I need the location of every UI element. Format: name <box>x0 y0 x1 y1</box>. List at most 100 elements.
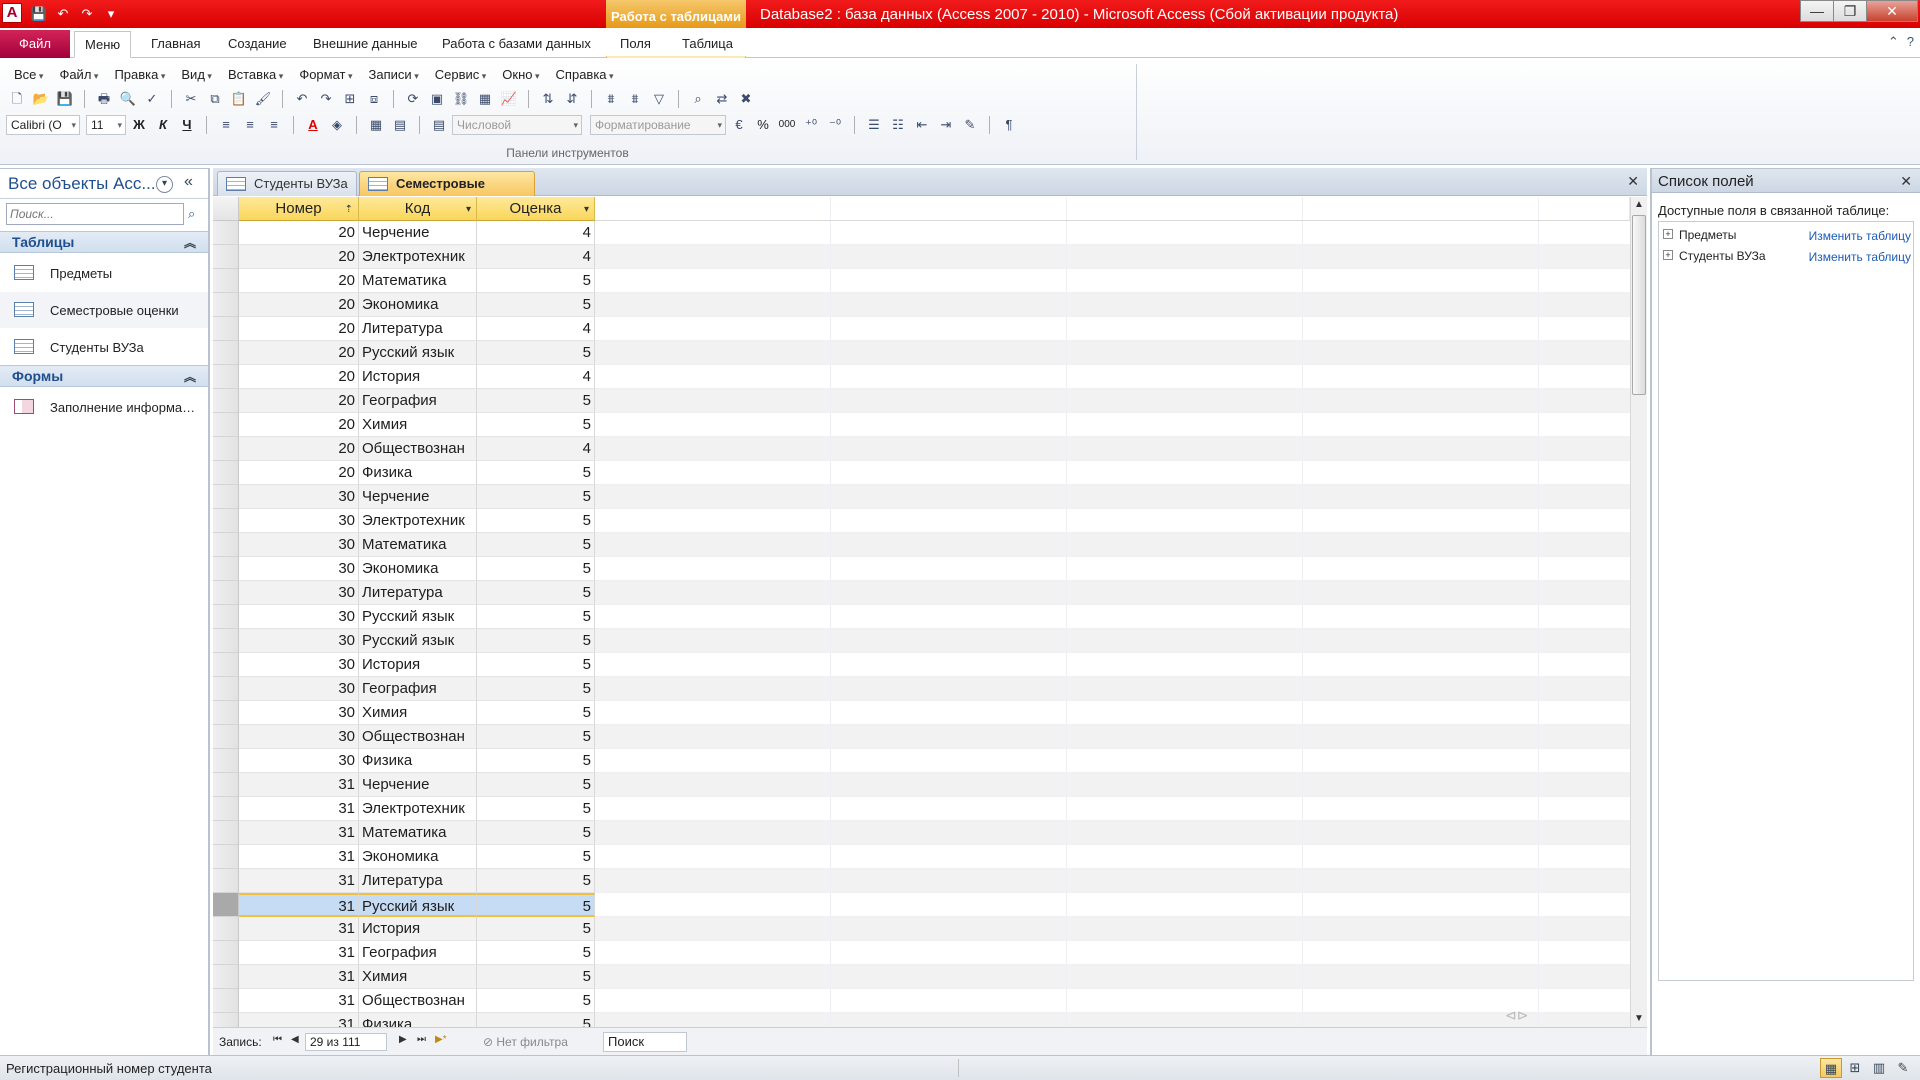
cell-grade[interactable]: 5 <box>477 341 595 365</box>
table-row[interactable]: 30 Черчение 5 <box>213 485 1630 509</box>
datasheet-view-icon[interactable]: ▦ <box>1820 1058 1842 1078</box>
copy-icon[interactable]: ⧉ <box>204 88 226 110</box>
cell-code[interactable]: География <box>359 941 477 965</box>
italic-button[interactable]: К <box>152 114 174 136</box>
gridlines-icon[interactable]: ▦ <box>365 114 387 136</box>
table-row[interactable]: 31 Литература 5 <box>213 869 1630 893</box>
fill-color-icon[interactable]: ◈ <box>326 114 348 136</box>
percent-button[interactable]: % <box>752 114 774 136</box>
relationships-icon[interactable]: ⧈ <box>363 88 385 110</box>
cell-code[interactable]: География <box>359 677 477 701</box>
cell-code[interactable]: Химия <box>359 701 477 725</box>
cell-number[interactable]: 31 <box>239 773 359 797</box>
cell-code[interactable]: История <box>359 653 477 677</box>
nav-search-input[interactable] <box>6 203 184 225</box>
underline-button[interactable]: Ч <box>176 114 198 136</box>
row-selector[interactable] <box>213 965 239 989</box>
thousands-button[interactable]: 000 <box>776 114 798 136</box>
decrease-indent-icon[interactable]: ⇤ <box>911 114 933 136</box>
tab-menu[interactable]: Меню <box>74 31 132 58</box>
cell-code[interactable]: История <box>359 365 477 389</box>
cell-grade[interactable]: 4 <box>477 317 595 341</box>
cell-number[interactable]: 30 <box>239 725 359 749</box>
row-selector[interactable] <box>213 917 239 941</box>
table-row[interactable]: 31 Математика 5 <box>213 821 1630 845</box>
cell-number[interactable]: 30 <box>239 677 359 701</box>
cell-grade[interactable]: 5 <box>477 821 595 845</box>
bold-button[interactable]: Ж <box>128 114 150 136</box>
highlight-icon[interactable]: ✎ <box>959 114 981 136</box>
conditional-format-dropdown[interactable]: Форматирование <box>590 115 726 135</box>
cell-code[interactable]: Обществознан <box>359 437 477 461</box>
cell-number[interactable]: 30 <box>239 605 359 629</box>
row-selector[interactable] <box>213 389 239 413</box>
paste-icon[interactable]: 📋 <box>228 88 250 110</box>
table-row[interactable]: 20 Русский язык 5 <box>213 341 1630 365</box>
cell-grade[interactable]: 5 <box>477 581 595 605</box>
design-view-icon[interactable]: ✎ <box>1892 1058 1914 1078</box>
cell-code[interactable]: Экономика <box>359 845 477 869</box>
table-row[interactable]: 30 Электротехник 5 <box>213 509 1630 533</box>
format-painter-icon[interactable]: 🖌 <box>252 88 274 110</box>
tab-home[interactable]: Главная <box>141 31 210 58</box>
table-row[interactable]: 30 Математика 5 <box>213 533 1630 557</box>
column-header-code[interactable]: Код ▾ <box>359 197 477 221</box>
decrease-decimals-icon[interactable]: ⁻⁰ <box>824 114 846 136</box>
row-selector[interactable] <box>213 845 239 869</box>
font-size-dropdown[interactable]: 11 <box>86 115 126 135</box>
table-row[interactable]: 31 Обществознан 5 <box>213 989 1630 1013</box>
cell-grade[interactable]: 4 <box>477 221 595 245</box>
doc-tab-university-students[interactable]: Студенты ВУЗа <box>217 171 357 196</box>
filter-status[interactable]: ⊘ Нет фильтра <box>483 1035 568 1049</box>
table-row[interactable]: 20 Химия 5 <box>213 413 1630 437</box>
column-header-grade[interactable]: Оценка ▾ <box>477 197 595 221</box>
cell-number[interactable]: 30 <box>239 581 359 605</box>
cell-number[interactable]: 31 <box>239 869 359 893</box>
row-selector[interactable] <box>213 797 239 821</box>
cell-number[interactable]: 31 <box>239 917 359 941</box>
menu-insert[interactable]: Вставка <box>220 66 291 84</box>
cell-grade[interactable]: 5 <box>477 701 595 725</box>
redo-icon[interactable]: ↷ <box>76 4 98 24</box>
numbering-icon[interactable]: ☷ <box>887 114 909 136</box>
cell-code[interactable]: Электротехник <box>359 509 477 533</box>
advanced-filter-icon[interactable]: ⩩ <box>624 88 646 110</box>
cell-code[interactable]: Физика <box>359 461 477 485</box>
cell-number[interactable]: 30 <box>239 749 359 773</box>
cell-number[interactable]: 30 <box>239 701 359 725</box>
cell-grade[interactable]: 4 <box>477 365 595 389</box>
cell-grade[interactable]: 5 <box>477 269 595 293</box>
cell-number[interactable]: 30 <box>239 509 359 533</box>
table-row[interactable]: 30 Литература 5 <box>213 581 1630 605</box>
table-row[interactable]: 31 Физика 5 <box>213 1013 1630 1027</box>
toggle-filter-icon[interactable]: ▽ <box>648 88 670 110</box>
cell-number[interactable]: 31 <box>239 1013 359 1027</box>
cell-number[interactable]: 31 <box>239 965 359 989</box>
cell-number[interactable]: 20 <box>239 293 359 317</box>
row-selector[interactable] <box>213 869 239 893</box>
cell-grade[interactable]: 4 <box>477 437 595 461</box>
increase-indent-icon[interactable]: ⇥ <box>935 114 957 136</box>
tab-fields[interactable]: Поля <box>610 31 661 58</box>
select-all-corner[interactable] <box>213 197 239 221</box>
table-row[interactable]: 31 Электротехник 5 <box>213 797 1630 821</box>
row-selector[interactable] <box>213 893 239 917</box>
cell-code[interactable]: Химия <box>359 965 477 989</box>
table-row[interactable]: 31 История 5 <box>213 917 1630 941</box>
menu-format[interactable]: Формат <box>291 66 360 84</box>
chevron-down-icon[interactable]: ▾ <box>466 198 471 221</box>
row-selector[interactable] <box>213 749 239 773</box>
cell-number[interactable]: 20 <box>239 221 359 245</box>
cell-code[interactable]: Химия <box>359 413 477 437</box>
row-selector[interactable] <box>213 989 239 1013</box>
new-record-icon[interactable]: ▣ <box>426 88 448 110</box>
cell-code[interactable]: Электротехник <box>359 245 477 269</box>
scroll-down-icon[interactable]: ▼ <box>1631 1011 1647 1027</box>
refresh-icon[interactable]: ⟳ <box>402 88 424 110</box>
font-color-icon[interactable]: A <box>302 114 324 136</box>
row-selector[interactable] <box>213 725 239 749</box>
cell-grade[interactable]: 5 <box>477 869 595 893</box>
cell-grade[interactable]: 5 <box>477 293 595 317</box>
table-row[interactable]: 20 География 5 <box>213 389 1630 413</box>
row-selector[interactable] <box>213 1013 239 1027</box>
